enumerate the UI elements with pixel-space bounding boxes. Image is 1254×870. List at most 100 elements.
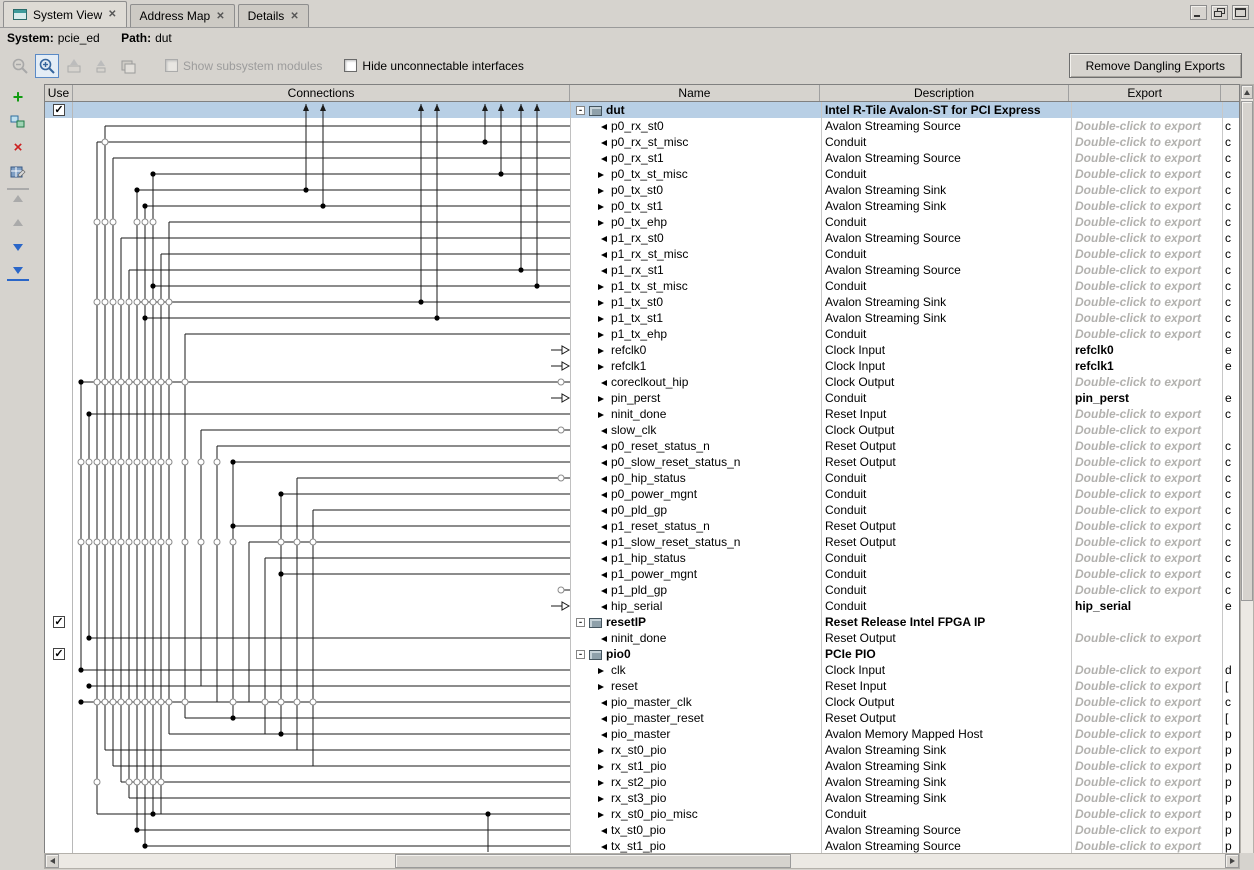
export-cell[interactable]: Double-click to export	[1072, 582, 1223, 598]
move-down-button[interactable]	[7, 238, 29, 256]
capture-view-button[interactable]	[116, 54, 140, 78]
interface-row[interactable]: p0_power_mgntConduitDouble-click to expo…	[572, 486, 1239, 502]
export-cell[interactable]: Double-click to export	[1072, 566, 1223, 582]
column-header-use[interactable]: Use	[45, 85, 73, 101]
interface-row[interactable]: rx_st2_pioAvalon Streaming SinkDouble-cl…	[572, 774, 1239, 790]
interface-row[interactable]: rx_st1_pioAvalon Streaming SinkDouble-cl…	[572, 758, 1239, 774]
interface-row[interactable]: p0_tx_ehpConduitDouble-click to exportc	[572, 214, 1239, 230]
export-cell[interactable]: Double-click to export	[1072, 694, 1223, 710]
move-top-button[interactable]	[7, 188, 29, 206]
interface-row[interactable]: refclk1Clock Inputrefclk1e	[572, 358, 1239, 374]
use-checkbox[interactable]: ✓	[53, 104, 65, 116]
export-cell[interactable]: Double-click to export	[1072, 406, 1223, 422]
minimize-button[interactable]	[1190, 5, 1207, 20]
export-cell[interactable]: Double-click to export	[1072, 758, 1223, 774]
scroll-right-button[interactable]	[1225, 854, 1239, 868]
export-cell[interactable]: Double-click to export	[1072, 502, 1223, 518]
interface-row[interactable]: p0_rx_st0Avalon Streaming SourceDouble-c…	[572, 118, 1239, 134]
vertical-scroll-thumb[interactable]	[1241, 101, 1253, 601]
column-header-connections[interactable]: Connections	[73, 85, 570, 101]
export-cell[interactable]: pin_perst	[1072, 390, 1223, 406]
interface-row[interactable]: p1_reset_status_nReset OutputDouble-clic…	[572, 518, 1239, 534]
use-checkbox[interactable]: ✓	[53, 648, 65, 660]
scroll-up-button[interactable]	[1241, 85, 1253, 99]
export-cell[interactable]: Double-click to export	[1072, 166, 1223, 182]
interface-row[interactable]: p1_tx_st1Avalon Streaming SinkDouble-cli…	[572, 310, 1239, 326]
interface-row[interactable]: p1_tx_st_miscConduitDouble-click to expo…	[572, 278, 1239, 294]
module-row[interactable]: -resetIPReset Release Intel FPGA IP	[572, 614, 1239, 630]
interface-row[interactable]: rx_st3_pioAvalon Streaming SinkDouble-cl…	[572, 790, 1239, 806]
interface-row[interactable]: p1_pld_gpConduitDouble-click to exportc	[572, 582, 1239, 598]
interface-row[interactable]: pio_master_resetReset OutputDouble-click…	[572, 710, 1239, 726]
export-cell[interactable]: Double-click to export	[1072, 710, 1223, 726]
interface-row[interactable]: refclk0Clock Inputrefclk0e	[572, 342, 1239, 358]
export-cell[interactable]: Double-click to export	[1072, 150, 1223, 166]
edit-export-button[interactable]	[7, 163, 29, 181]
remove-dangling-exports-button[interactable]: Remove Dangling Exports	[1069, 53, 1242, 78]
export-cell[interactable]: Double-click to export	[1072, 230, 1223, 246]
export-cell[interactable]: Double-click to export	[1072, 470, 1223, 486]
export-cell[interactable]: Double-click to export	[1072, 774, 1223, 790]
export-cell[interactable]: Double-click to export	[1072, 838, 1223, 854]
interface-row[interactable]: p1_rx_st0Avalon Streaming SourceDouble-c…	[572, 230, 1239, 246]
zoom-in-button[interactable]	[35, 54, 59, 78]
interface-row[interactable]: p0_hip_statusConduitDouble-click to expo…	[572, 470, 1239, 486]
export-cell[interactable]: Double-click to export	[1072, 486, 1223, 502]
interface-row[interactable]: p0_tx_st_miscConduitDouble-click to expo…	[572, 166, 1239, 182]
export-cell[interactable]: Double-click to export	[1072, 822, 1223, 838]
remove-button[interactable]: ×	[7, 138, 29, 156]
fit-view-button[interactable]	[62, 54, 86, 78]
interface-row[interactable]: p0_rx_st_miscConduitDouble-click to expo…	[572, 134, 1239, 150]
move-up-button[interactable]	[7, 213, 29, 231]
tab-close-icon[interactable]: ✕	[216, 11, 224, 22]
export-cell[interactable]: Double-click to export	[1072, 550, 1223, 566]
add-button[interactable]: +	[7, 88, 29, 106]
scroll-left-button[interactable]	[45, 854, 59, 868]
use-checkbox[interactable]: ✓	[53, 616, 65, 628]
interface-row[interactable]: p0_slow_reset_status_nReset OutputDouble…	[572, 454, 1239, 470]
export-cell[interactable]: refclk0	[1072, 342, 1223, 358]
interface-row[interactable]: ninit_doneReset InputDouble-click to exp…	[572, 406, 1239, 422]
horizontal-scroll-thumb[interactable]	[395, 854, 791, 868]
interface-row[interactable]: pio_master_clkClock OutputDouble-click t…	[572, 694, 1239, 710]
export-cell[interactable]: Double-click to export	[1072, 182, 1223, 198]
export-cell[interactable]: Double-click to export	[1072, 278, 1223, 294]
interface-row[interactable]: p0_reset_status_nReset OutputDouble-clic…	[572, 438, 1239, 454]
interface-row[interactable]: p1_tx_st0Avalon Streaming SinkDouble-cli…	[572, 294, 1239, 310]
move-bottom-button[interactable]	[7, 263, 29, 281]
export-cell[interactable]: Double-click to export	[1072, 118, 1223, 134]
export-cell[interactable]: Double-click to export	[1072, 454, 1223, 470]
interface-row[interactable]: pio_masterAvalon Memory Mapped HostDoubl…	[572, 726, 1239, 742]
connections-diagram[interactable]	[73, 102, 571, 854]
export-cell[interactable]: Double-click to export	[1072, 678, 1223, 694]
module-row[interactable]: -pio0PCIe PIO	[572, 646, 1239, 662]
interface-row[interactable]: p1_hip_statusConduitDouble-click to expo…	[572, 550, 1239, 566]
export-cell[interactable]: Double-click to export	[1072, 134, 1223, 150]
interface-row[interactable]: p1_slow_reset_status_nReset OutputDouble…	[572, 534, 1239, 550]
interface-row[interactable]: tx_st0_pioAvalon Streaming SourceDouble-…	[572, 822, 1239, 838]
export-cell[interactable]: Double-click to export	[1072, 422, 1223, 438]
collapse-icon[interactable]: -	[576, 618, 585, 627]
export-cell[interactable]: Double-click to export	[1072, 326, 1223, 342]
export-cell[interactable]: Double-click to export	[1072, 790, 1223, 806]
collapse-icon[interactable]: -	[576, 106, 585, 115]
show-subsystem-checkbox[interactable]	[165, 59, 178, 72]
export-cell[interactable]: Double-click to export	[1072, 374, 1223, 390]
hide-unconnectable-checkbox[interactable]	[344, 59, 357, 72]
export-cell[interactable]: Double-click to export	[1072, 742, 1223, 758]
zoom-out-button[interactable]	[8, 54, 32, 78]
interface-row[interactable]: ninit_doneReset OutputDouble-click to ex…	[572, 630, 1239, 646]
maximize-button[interactable]	[1232, 5, 1249, 20]
tab-close-icon[interactable]: ✕	[108, 9, 116, 20]
export-cell[interactable]: Double-click to export	[1072, 198, 1223, 214]
export-cell[interactable]: Double-click to export	[1072, 246, 1223, 262]
restore-button[interactable]	[1211, 5, 1228, 20]
column-header-partial[interactable]	[1221, 85, 1239, 101]
interface-row[interactable]: pin_perstConduitpin_perste	[572, 390, 1239, 406]
export-cell[interactable]: Double-click to export	[1072, 662, 1223, 678]
tab-details[interactable]: Details ✕	[238, 4, 309, 27]
interface-row[interactable]: p1_rx_st1Avalon Streaming SourceDouble-c…	[572, 262, 1239, 278]
add-connection-button[interactable]	[7, 113, 29, 131]
export-cell[interactable]: Double-click to export	[1072, 726, 1223, 742]
interface-row[interactable]: slow_clkClock OutputDouble-click to expo…	[572, 422, 1239, 438]
